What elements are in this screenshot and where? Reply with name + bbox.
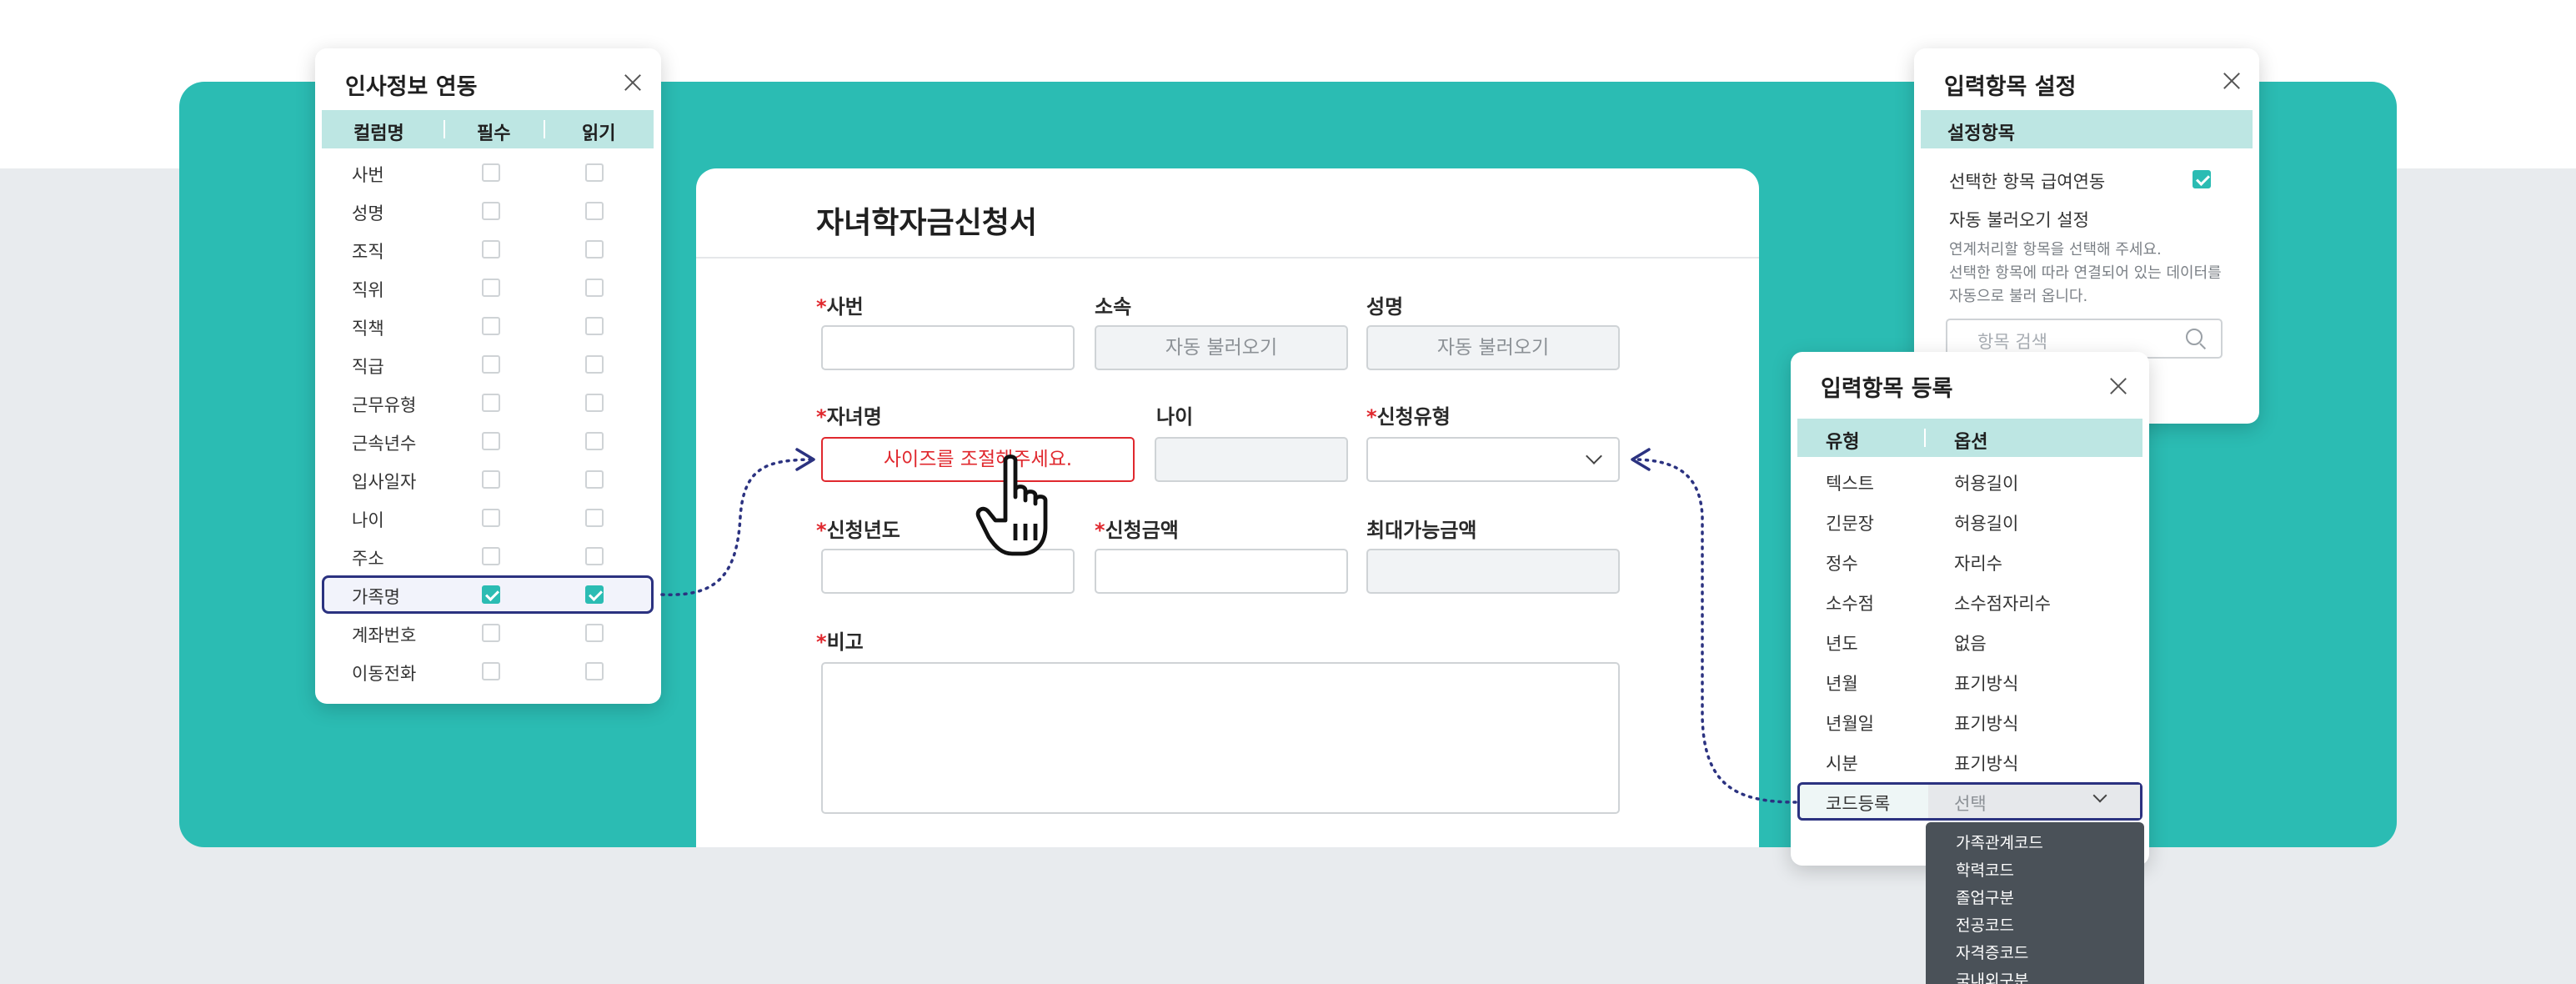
hand-cursor-icon: [975, 454, 1048, 556]
right-connector-line: [1634, 458, 1797, 804]
left-arrow-head: [795, 448, 815, 471]
left-connector-line: [660, 458, 812, 596]
connector-arrows: [660, 448, 1797, 804]
